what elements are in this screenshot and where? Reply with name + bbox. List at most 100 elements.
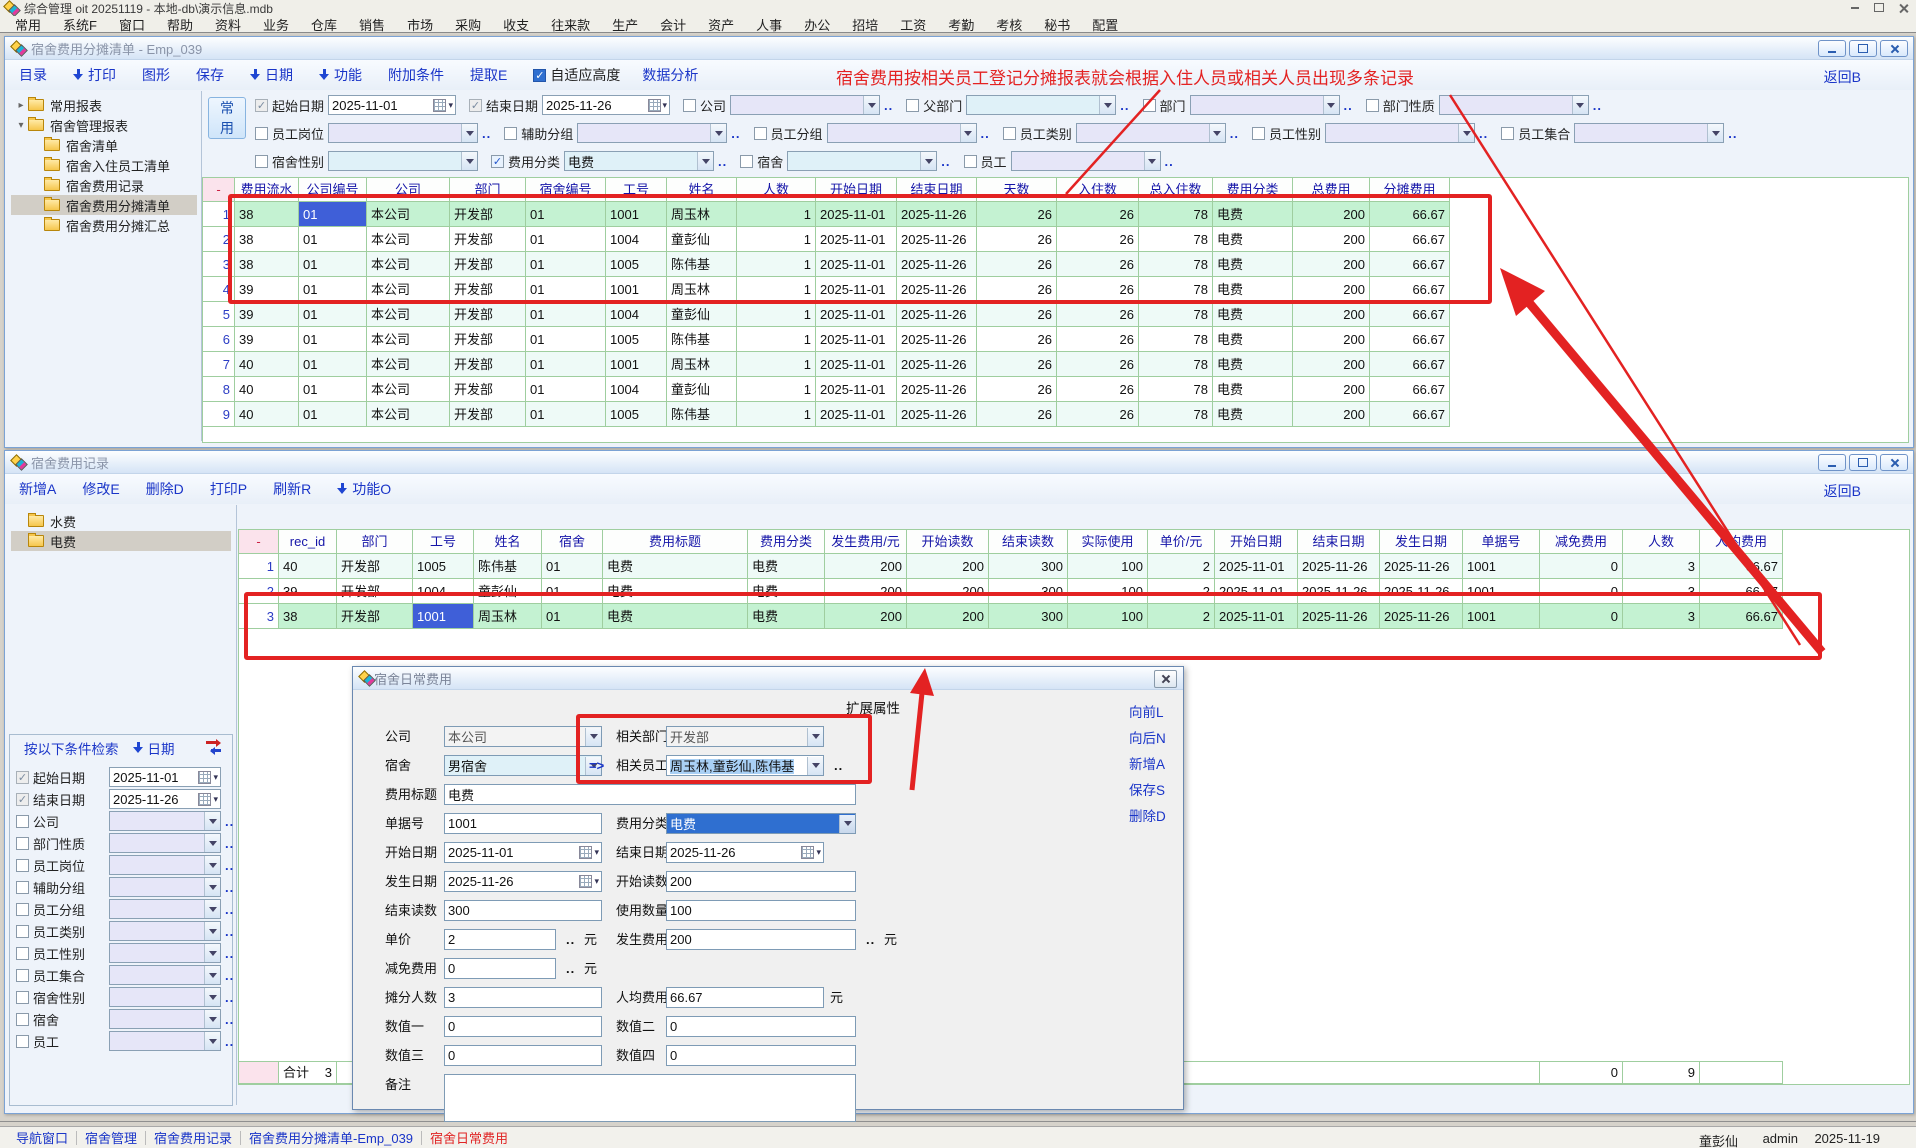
cell[interactable]: 66.67 bbox=[1700, 579, 1783, 604]
cell[interactable]: 78 bbox=[1139, 252, 1213, 277]
dropdown[interactable]: 本公司 bbox=[444, 726, 602, 747]
table-row[interactable]: 74001本公司开发部011001周玉林12025-11-012025-11-2… bbox=[203, 352, 1908, 377]
menu-item[interactable]: 秘书 bbox=[1033, 15, 1081, 34]
row-number[interactable]: 3 bbox=[203, 252, 235, 277]
cell[interactable]: 01 bbox=[542, 604, 603, 629]
cell[interactable]: 本公司 bbox=[367, 377, 450, 402]
cell[interactable]: 开发部 bbox=[450, 327, 526, 352]
dropdown[interactable] bbox=[109, 811, 221, 831]
ellipsis-button[interactable]: .. bbox=[482, 126, 491, 141]
cell[interactable]: 电费 bbox=[1213, 302, 1293, 327]
cell[interactable]: 26 bbox=[1057, 327, 1139, 352]
table-row[interactable]: 84001本公司开发部011004童彭仙12025-11-012025-11-2… bbox=[203, 377, 1908, 402]
app-close-button[interactable] bbox=[1896, 1, 1910, 14]
row-number[interactable]: 2 bbox=[239, 579, 279, 604]
cell[interactable]: 66.67 bbox=[1370, 252, 1450, 277]
menu-item[interactable]: 办公 bbox=[793, 15, 841, 34]
cell[interactable]: 100 bbox=[1068, 579, 1148, 604]
table-row[interactable]: 13801本公司开发部011001周玉林12025-11-012025-11-2… bbox=[203, 202, 1908, 227]
cell[interactable]: 01 bbox=[526, 352, 606, 377]
win1-maximize-button[interactable] bbox=[1849, 40, 1877, 57]
cell[interactable]: 陈伟基 bbox=[667, 252, 737, 277]
dropdown[interactable] bbox=[109, 921, 221, 941]
toolbar-button[interactable]: 目录 bbox=[19, 65, 47, 85]
menu-item[interactable]: 常用 bbox=[4, 15, 52, 34]
ellipsis-button[interactable]: .. bbox=[981, 126, 990, 141]
menu-item[interactable]: 招培 bbox=[841, 15, 889, 34]
cell[interactable]: 1004 bbox=[606, 377, 667, 402]
dialog-button-3[interactable]: 新增A bbox=[1129, 753, 1165, 775]
cell[interactable]: 2025-11-01 bbox=[816, 402, 897, 427]
menu-item[interactable]: 考勤 bbox=[937, 15, 985, 34]
cell[interactable]: 1005 bbox=[606, 252, 667, 277]
cell[interactable]: 开发部 bbox=[450, 352, 526, 377]
ellipsis-button[interactable]: .. bbox=[566, 954, 575, 983]
cell[interactable]: 电费 bbox=[1213, 227, 1293, 252]
checkbox[interactable] bbox=[16, 947, 29, 960]
cell[interactable]: 26 bbox=[977, 327, 1057, 352]
win1-close-button[interactable] bbox=[1880, 40, 1908, 57]
dialog-button-5[interactable]: 删除D bbox=[1129, 805, 1166, 827]
cell[interactable]: 66.67 bbox=[1370, 277, 1450, 302]
cell[interactable]: 26 bbox=[1057, 202, 1139, 227]
checkbox[interactable] bbox=[16, 925, 29, 938]
cell[interactable]: 2025-11-26 bbox=[1298, 604, 1380, 629]
cell[interactable]: 200 bbox=[1293, 402, 1370, 427]
cell[interactable]: 1 bbox=[737, 227, 816, 252]
ellipsis-button[interactable]: .. bbox=[1728, 126, 1737, 141]
cell[interactable]: 0 bbox=[1540, 604, 1623, 629]
row-number[interactable]: 3 bbox=[239, 604, 279, 629]
cell[interactable]: 66.67 bbox=[1370, 202, 1450, 227]
menu-item[interactable]: 业务 bbox=[252, 15, 300, 34]
cell[interactable]: 1 bbox=[737, 327, 816, 352]
cell[interactable]: 1001 bbox=[606, 277, 667, 302]
checkbox[interactable] bbox=[1143, 99, 1156, 112]
cell[interactable]: 01 bbox=[526, 327, 606, 352]
cell[interactable]: 电费 bbox=[1213, 377, 1293, 402]
cell[interactable]: 2025-11-26 bbox=[1380, 604, 1463, 629]
text-input[interactable]: 3 bbox=[444, 987, 602, 1008]
cell[interactable]: 26 bbox=[1057, 277, 1139, 302]
cell[interactable]: 2025-11-01 bbox=[816, 352, 897, 377]
dropdown[interactable]: 男宿舍 bbox=[444, 755, 602, 776]
toolbar-button[interactable]: 日期 bbox=[250, 65, 293, 85]
cell[interactable]: 2025-11-01 bbox=[816, 202, 897, 227]
cell[interactable]: 01 bbox=[299, 227, 367, 252]
checkbox[interactable] bbox=[16, 1013, 29, 1026]
statusbar-window-item[interactable]: 宿舍费用分摊清单-Emp_039 bbox=[241, 1128, 421, 1147]
dropdown[interactable] bbox=[966, 95, 1116, 115]
cell[interactable]: 38 bbox=[235, 252, 299, 277]
menu-item[interactable]: 仓库 bbox=[300, 15, 348, 34]
dropdown[interactable] bbox=[109, 1009, 221, 1029]
column-header[interactable]: rec_id bbox=[279, 530, 337, 554]
text-input[interactable]: 0 bbox=[666, 1016, 856, 1037]
column-header[interactable]: 结束读数 bbox=[989, 530, 1068, 554]
column-header[interactable]: 发生费用/元 bbox=[825, 530, 907, 554]
dropdown[interactable] bbox=[1076, 123, 1226, 143]
cell[interactable]: 2025-11-01 bbox=[1215, 554, 1298, 579]
table-row[interactable]: 239开发部1004童彭仙01电费电费20020030010022025-11-… bbox=[239, 579, 1909, 604]
toolbar-button[interactable]: 打印P bbox=[210, 479, 247, 499]
cell[interactable]: 1005 bbox=[606, 402, 667, 427]
cell[interactable]: 本公司 bbox=[367, 327, 450, 352]
cell[interactable]: 周玉林 bbox=[667, 202, 737, 227]
date-input[interactable]: 2025-11-01▾ bbox=[109, 767, 221, 787]
cell[interactable]: 66.67 bbox=[1370, 352, 1450, 377]
date-input[interactable]: 2025-11-01▾ bbox=[444, 842, 602, 863]
cell[interactable]: 26 bbox=[977, 402, 1057, 427]
table-row[interactable]: 43901本公司开发部011001周玉林12025-11-012025-11-2… bbox=[203, 277, 1908, 302]
menu-item[interactable]: 市场 bbox=[396, 15, 444, 34]
cell[interactable]: 开发部 bbox=[450, 277, 526, 302]
text-input[interactable]: 200 bbox=[666, 871, 856, 892]
cell[interactable]: 童彭仙 bbox=[667, 377, 737, 402]
cell[interactable]: 本公司 bbox=[367, 352, 450, 377]
cell[interactable]: 电费 bbox=[603, 579, 748, 604]
cell[interactable]: 1 bbox=[737, 252, 816, 277]
dropdown[interactable] bbox=[328, 123, 478, 143]
checkbox[interactable] bbox=[16, 837, 29, 850]
dropdown[interactable] bbox=[787, 151, 937, 171]
cell[interactable]: 38 bbox=[279, 604, 337, 629]
checkbox[interactable] bbox=[16, 815, 29, 828]
table-row[interactable]: 94001本公司开发部011005陈伟基12025-11-012025-11-2… bbox=[203, 402, 1908, 427]
extended-properties-label[interactable]: 扩展属性 bbox=[846, 697, 900, 717]
